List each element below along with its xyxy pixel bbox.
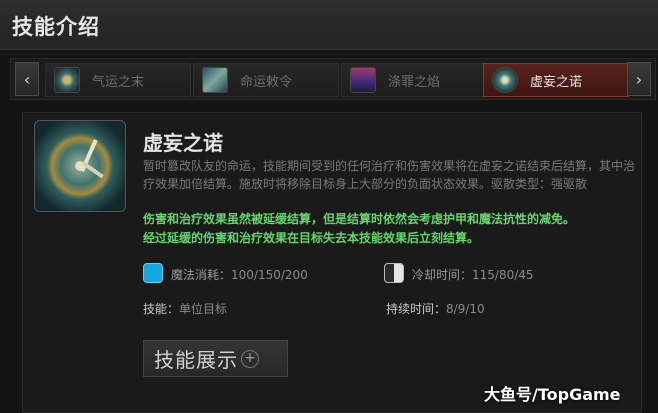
duration-label: 持续时间： [386,302,447,316]
duration: 持续时间：8/9/10 [386,300,485,317]
skill-demo-label: 技能展示 [154,348,238,372]
tab-ability-2[interactable]: 命运敕令 [193,63,339,97]
purifying-flames-icon [350,67,376,93]
chevron-left-icon[interactable]: ‹ [15,62,39,96]
cooldown-icon [384,263,404,283]
fate-end-icon [54,67,80,93]
skill-demo-button[interactable]: 技能展示 + [143,340,288,377]
tab-label: 命运敕令 [240,74,293,90]
mana-icon [143,263,163,283]
tab-ability-4[interactable]: 虚妄之诺 [483,63,629,97]
target-type-label: 技能： [143,302,180,316]
plus-icon: + [241,349,259,368]
cooldown-label: 冷却时间： [412,268,473,282]
duration-value: 8/9/10 [446,302,485,316]
false-promise-icon [34,120,126,212]
ability-notes: 伤害和治疗效果虽然被延缓结算，但是结算时依然会考虑护甲和魔法抗性的减免。 经过延… [143,210,643,248]
tab-label: 气运之末 [92,74,145,90]
header-bar: 技能介绍 [0,0,658,50]
tab-label: 涤罪之焰 [388,74,441,90]
tab-ability-1[interactable]: 气运之末 [45,63,191,97]
cooldown-value: 115/80/45 [472,268,534,282]
ability-note: 伤害和治疗效果虽然被延缓结算，但是结算时依然会考虑护甲和魔法抗性的减免。 [143,212,576,226]
mana-cost-value: 100/150/200 [231,268,308,282]
fate-edict-icon [202,67,228,93]
ability-note: 经过延缓的伤害和治疗效果在目标失去本技能效果后立刻结算。 [143,231,480,245]
ability-name: 虚妄之诺 [143,131,223,155]
ability-description: 暂时篡改队友的命运，技能期间受到的任何治疗和伤害效果将在虚妄之诺结束后结算，其中… [143,159,636,191]
mana-cost: 魔法消耗：100/150/200 [171,266,308,283]
target-type-value: 单位目标 [179,302,228,316]
target-type: 技能：单位目标 [143,300,227,317]
watermark: 大鱼号/TopGame [484,385,621,404]
mana-cost-label: 魔法消耗： [171,268,232,282]
tab-ability-3[interactable]: 涤罪之焰 [341,63,487,97]
page-title: 技能介绍 [12,15,100,39]
tab-label: 虚妄之诺 [530,74,583,90]
ability-tab-bar: ‹ 气运之末 命运敕令 涤罪之焰 虚妄之诺 › [10,58,656,100]
false-promise-icon [492,67,518,93]
cooldown: 冷却时间：115/80/45 [412,266,534,283]
chevron-right-icon[interactable]: › [627,62,651,96]
